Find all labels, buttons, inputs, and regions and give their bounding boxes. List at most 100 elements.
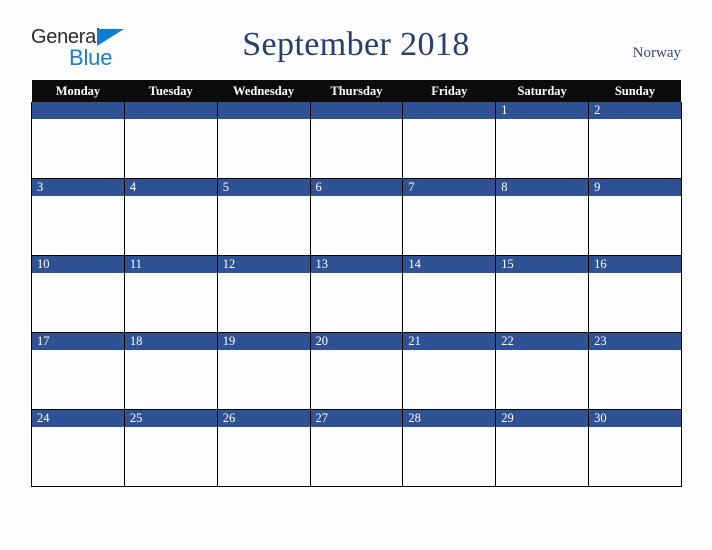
- day-number: 20: [315, 334, 329, 348]
- day-content-area[interactable]: [589, 273, 681, 332]
- calendar-day-cell[interactable]: 2: [588, 102, 682, 179]
- calendar-day-cell[interactable]: 30: [588, 409, 682, 487]
- day-content-area[interactable]: [496, 273, 589, 332]
- day-number: 26: [222, 411, 236, 425]
- calendar-day-cell[interactable]: 14: [402, 255, 497, 333]
- day-content-area[interactable]: [124, 350, 217, 409]
- calendar-day-cell[interactable]: 9: [588, 178, 682, 256]
- day-content-area[interactable]: [124, 427, 217, 486]
- calendar-day-cell[interactable]: [402, 102, 497, 179]
- day-content-area[interactable]: [32, 427, 124, 486]
- weekday-header-friday: Friday: [402, 80, 496, 102]
- day-content-area[interactable]: [124, 196, 217, 255]
- weekday-header-thursday: Thursday: [310, 80, 403, 102]
- calendar-day-cell[interactable]: 26: [216, 409, 311, 487]
- day-number: 27: [315, 411, 329, 425]
- calendar-day-cell[interactable]: [31, 102, 125, 179]
- day-content-area[interactable]: [124, 273, 217, 332]
- day-content-area[interactable]: [589, 196, 681, 255]
- day-content-area[interactable]: [496, 196, 589, 255]
- day-number: 4: [129, 180, 137, 194]
- day-content-area[interactable]: [496, 119, 589, 178]
- calendar-day-cell[interactable]: [216, 102, 311, 179]
- day-content-area[interactable]: [310, 427, 403, 486]
- calendar-day-cell[interactable]: 22: [495, 332, 590, 410]
- calendar-day-cell[interactable]: 13: [309, 255, 404, 333]
- day-number: 19: [222, 334, 236, 348]
- day-content-area[interactable]: [217, 119, 310, 178]
- calendar-day-cell[interactable]: 7: [402, 178, 497, 256]
- day-content-area[interactable]: [496, 427, 589, 486]
- calendar-day-cell[interactable]: 4: [123, 178, 218, 256]
- day-content-area[interactable]: [403, 273, 496, 332]
- day-number: 3: [37, 180, 44, 194]
- country-label: Norway: [632, 45, 681, 61]
- day-content-area[interactable]: [310, 273, 403, 332]
- calendar-day-cell[interactable]: 19: [216, 332, 311, 410]
- calendar-day-cell[interactable]: 1: [495, 102, 590, 179]
- calendar-day-cell[interactable]: 10: [31, 255, 125, 333]
- day-content-area[interactable]: [403, 196, 496, 255]
- calendar-day-cell[interactable]: 28: [402, 409, 497, 487]
- weekday-header-row: Monday Tuesday Wednesday Thursday Friday…: [31, 80, 682, 102]
- calendar-day-cell[interactable]: 21: [402, 332, 497, 410]
- day-content-area[interactable]: [217, 350, 310, 409]
- calendar-day-cell[interactable]: 16: [588, 255, 682, 333]
- day-number: 15: [501, 257, 514, 271]
- day-number: 1: [501, 103, 508, 117]
- calendar-day-cell[interactable]: 15: [495, 255, 590, 333]
- day-content-area[interactable]: [310, 350, 403, 409]
- calendar-day-cell[interactable]: 25: [123, 409, 218, 487]
- calendar-week-row: 10 11 12 13 14 15 16: [31, 255, 682, 333]
- day-number: 17: [37, 334, 50, 348]
- day-number: 23: [594, 334, 607, 348]
- day-content-area[interactable]: [32, 119, 124, 178]
- calendar-day-cell[interactable]: 11: [123, 255, 218, 333]
- day-content-area[interactable]: [217, 427, 310, 486]
- day-content-area[interactable]: [403, 350, 496, 409]
- calendar-day-cell[interactable]: 20: [309, 332, 404, 410]
- calendar-day-cell[interactable]: 23: [588, 332, 682, 410]
- calendar-day-cell[interactable]: 6: [309, 178, 404, 256]
- day-content-area[interactable]: [32, 273, 124, 332]
- day-content-area[interactable]: [310, 196, 403, 255]
- calendar-day-cell[interactable]: 5: [216, 178, 311, 256]
- day-number: 22: [501, 334, 514, 348]
- calendar-day-cell[interactable]: 8: [495, 178, 590, 256]
- calendar-day-cell[interactable]: 27: [309, 409, 404, 487]
- day-number: 29: [501, 411, 514, 425]
- calendar-day-cell[interactable]: 3: [31, 178, 125, 256]
- day-number: 9: [594, 180, 601, 194]
- calendar-day-cell[interactable]: [123, 102, 218, 179]
- page-title: September 2018: [242, 26, 470, 63]
- day-content-area[interactable]: [403, 119, 496, 178]
- calendar-day-cell[interactable]: 18: [123, 332, 218, 410]
- day-content-area[interactable]: [217, 196, 310, 255]
- day-content-area[interactable]: [589, 350, 681, 409]
- calendar-day-cell[interactable]: 29: [495, 409, 590, 487]
- weekday-header-sunday: Sunday: [588, 80, 682, 102]
- day-content-area[interactable]: [403, 427, 496, 486]
- day-content-area[interactable]: [32, 350, 124, 409]
- day-content-area[interactable]: [589, 427, 681, 486]
- day-content-area[interactable]: [217, 273, 310, 332]
- calendar-day-cell[interactable]: 12: [216, 255, 311, 333]
- calendar-day-cell[interactable]: 24: [31, 409, 125, 487]
- page-header: General Blue September 2018 Norway: [0, 0, 712, 80]
- day-number: 7: [408, 180, 415, 194]
- day-number: 11: [129, 257, 142, 271]
- weekday-header-saturday: Saturday: [495, 80, 589, 102]
- calendar-day-cell[interactable]: [309, 102, 404, 179]
- day-number: 13: [315, 257, 329, 271]
- day-content-area[interactable]: [124, 119, 217, 178]
- day-content-area[interactable]: [32, 196, 124, 255]
- weekday-header-monday: Monday: [31, 80, 125, 102]
- calendar-grid: Monday Tuesday Wednesday Thursday Friday…: [31, 80, 682, 487]
- day-content-area[interactable]: [496, 350, 589, 409]
- day-content-area[interactable]: [310, 119, 403, 178]
- calendar-day-cell[interactable]: 17: [31, 332, 125, 410]
- weekday-header-wednesday: Wednesday: [217, 80, 311, 102]
- day-number: 12: [222, 257, 236, 271]
- day-number: 25: [129, 411, 143, 425]
- day-content-area[interactable]: [589, 119, 681, 178]
